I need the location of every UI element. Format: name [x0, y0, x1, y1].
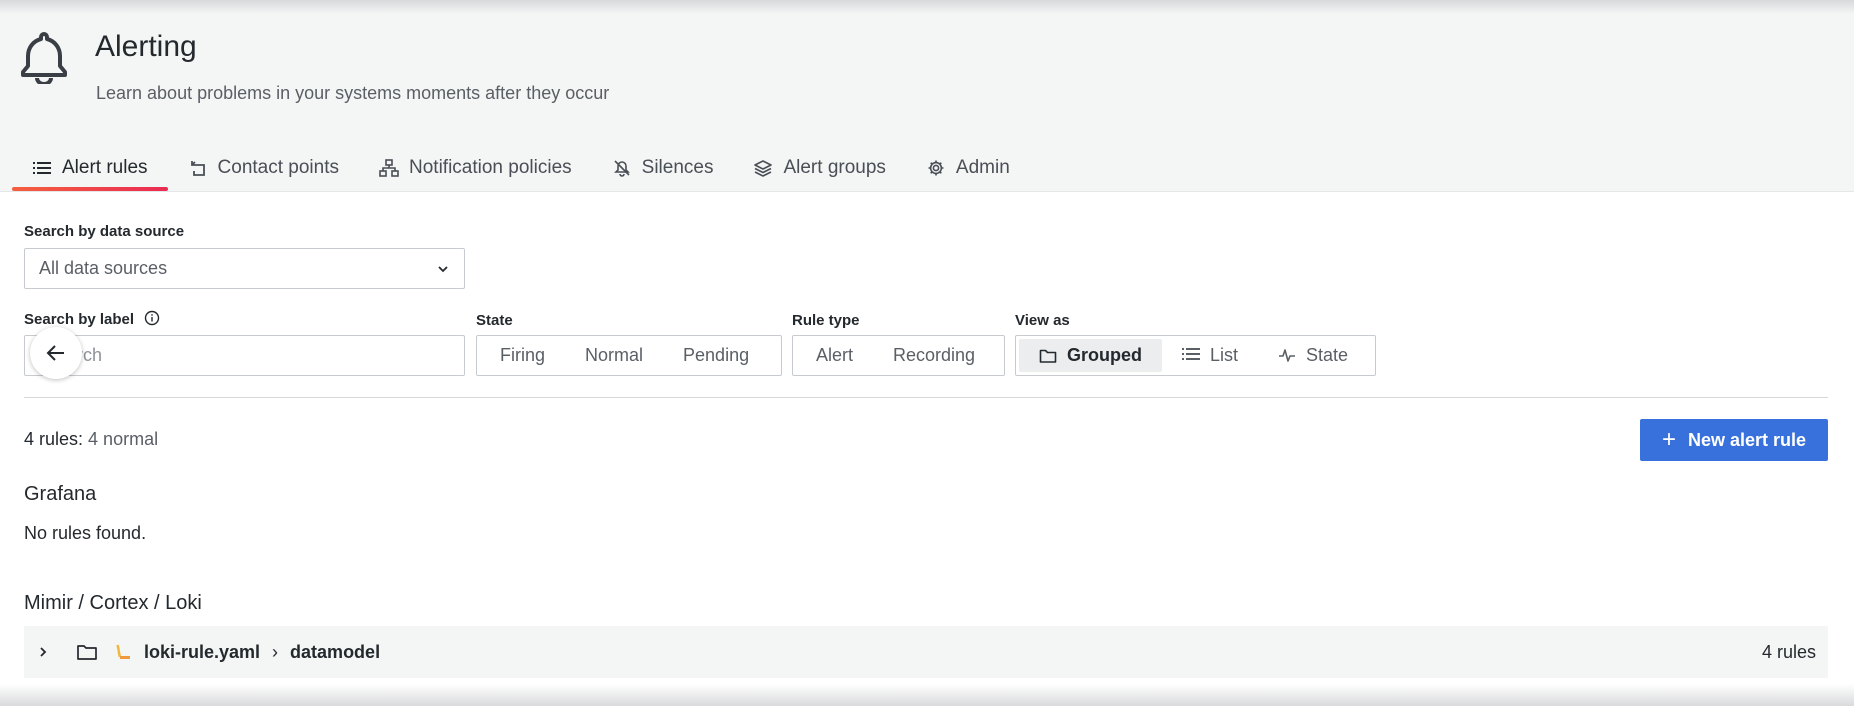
tab-silences[interactable]: Silences [592, 150, 734, 186]
label-search-input[interactable] [25, 336, 464, 375]
chevron-down-icon [438, 266, 448, 273]
ruletype-option-recording[interactable]: Recording [873, 339, 995, 372]
rules-count: 4 rules: [24, 429, 84, 449]
tab-label: Silences [641, 157, 714, 178]
chevron-right-icon[interactable] [36, 645, 50, 659]
namespace-row[interactable]: loki-rule.yaml › datamodel 4 rules [24, 626, 1828, 678]
tab-alert-groups[interactable]: Alert groups [733, 150, 905, 186]
datasource-value: All data sources [39, 258, 168, 278]
state-option-firing[interactable]: Firing [480, 339, 565, 372]
tab-label: Contact points [217, 157, 339, 178]
breadcrumb-separator: › [272, 641, 279, 662]
state-option-normal[interactable]: Normal [565, 339, 663, 372]
info-circle-icon[interactable] [144, 310, 160, 326]
ruletype-radio-group: Alert Recording [792, 335, 1005, 376]
tab-label: Notification policies [409, 157, 572, 178]
bottom-shade [0, 684, 1854, 706]
tab-bar: Alert rules Contact points Notification … [12, 150, 1030, 192]
back-button[interactable] [30, 327, 82, 379]
rules-summary: 4 rules: 4 normal [24, 429, 158, 450]
list-icon [32, 158, 52, 178]
namespace-name: loki-rule.yaml [144, 641, 261, 662]
sitemap-icon [379, 158, 399, 178]
ruletype-option-alert[interactable]: Alert [796, 339, 873, 372]
viewas-list-label: List [1210, 345, 1239, 365]
new-alert-rule-label: New alert rule [1687, 429, 1807, 450]
ruletype-label: Rule type [792, 312, 860, 329]
grafana-section-title: Grafana [24, 483, 97, 505]
tab-notification-policies[interactable]: Notification policies [359, 150, 592, 186]
cog-icon [926, 158, 946, 178]
bell-icon [21, 32, 67, 84]
label-search-text: Search by label [24, 311, 135, 328]
viewas-option-grouped[interactable]: Grouped [1019, 339, 1162, 372]
viewas-label: View as [1015, 312, 1070, 329]
list-icon [1182, 347, 1200, 365]
viewas-option-state[interactable]: State [1258, 339, 1368, 372]
state-label: State [476, 312, 513, 329]
viewas-radio-group: Grouped List State [1015, 335, 1376, 376]
group-name: datamodel [290, 641, 381, 662]
tab-admin[interactable]: Admin [906, 150, 1030, 186]
tab-label: Alert rules [62, 157, 148, 178]
state-radio-group: Firing Normal Pending [476, 335, 782, 376]
page-subtitle: Learn about problems in your systems mom… [96, 83, 610, 103]
state-option-pending[interactable]: Pending [663, 339, 769, 372]
folder-icon [77, 645, 97, 660]
viewas-state-label: State [1306, 345, 1349, 365]
plus-icon: + [1661, 426, 1676, 453]
viewas-grouped-label: Grouped [1067, 345, 1142, 365]
label-search-label: Search by label [24, 310, 160, 328]
alerting-page: Alerting Learn about problems in your sy… [0, 0, 1854, 706]
folder-icon [1039, 347, 1057, 365]
bell-slash-icon [612, 158, 632, 178]
label-search-field[interactable] [24, 335, 465, 376]
group-rule-count: 4 rules [1761, 641, 1816, 662]
tab-label: Alert groups [783, 157, 886, 178]
new-alert-rule-button[interactable]: + New alert rule [1640, 419, 1828, 461]
datasource-label: Search by data source [24, 223, 185, 240]
heartbeat-icon [1278, 347, 1296, 365]
external-section-title: Mimir / Cortex / Loki [24, 592, 202, 614]
layer-group-icon [753, 158, 773, 178]
tab-alert-rules[interactable]: Alert rules [12, 150, 168, 191]
loki-datasource-icon [116, 644, 130, 659]
page-title: Alerting [95, 30, 197, 63]
arrow-left-icon [46, 345, 64, 361]
contact-icon [188, 158, 208, 178]
page-header: Alerting Learn about problems in your sy… [0, 0, 1854, 192]
grafana-empty-message: No rules found. [24, 523, 147, 543]
tab-contact-points[interactable]: Contact points [168, 150, 359, 186]
tab-label: Admin [955, 157, 1010, 178]
viewas-option-list[interactable]: List [1162, 339, 1258, 372]
divider [24, 397, 1828, 398]
rules-state-summary: 4 normal [88, 429, 159, 449]
datasource-select[interactable]: All data sources [24, 248, 465, 289]
